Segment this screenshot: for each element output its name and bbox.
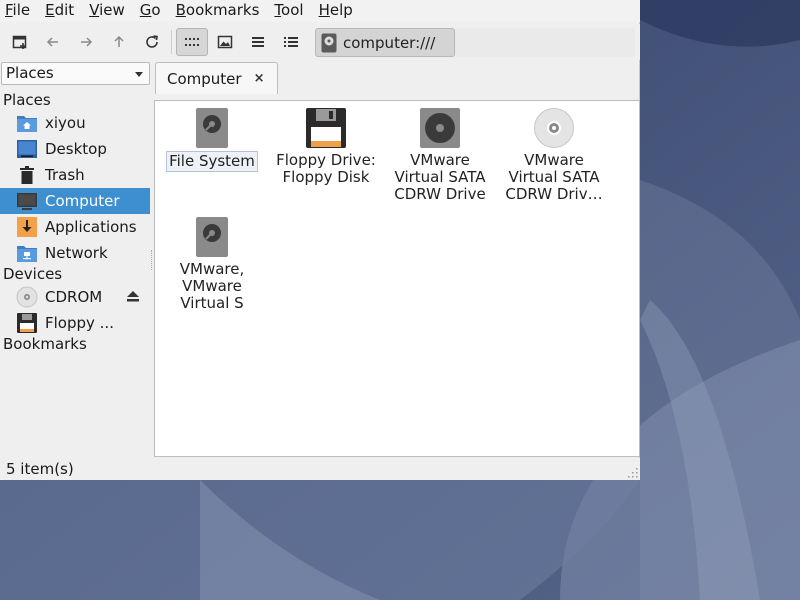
up-button[interactable] — [105, 28, 133, 56]
optical-disc-icon — [534, 108, 574, 148]
sidebar-item-label: Computer — [45, 192, 120, 210]
location-text: computer:/// — [343, 33, 436, 52]
file-item-label-line: VMware — [410, 151, 470, 169]
new-tab-icon — [12, 35, 27, 49]
sidebar-item-applications[interactable]: Applications — [0, 214, 150, 240]
location-bar-extension — [455, 28, 635, 57]
sidebar-item-cdrom[interactable]: CDROM — [0, 284, 150, 310]
tab-computer[interactable]: Computer × — [155, 62, 278, 94]
home-folder-icon — [16, 112, 38, 134]
status-text: 5 item(s) — [6, 460, 74, 478]
resize-grip-icon[interactable] — [628, 468, 638, 478]
compact-view-button[interactable] — [244, 28, 272, 56]
file-item-file-system[interactable]: File System — [157, 101, 267, 172]
network-folder-icon — [16, 242, 38, 264]
file-item-cdrw-disc[interactable]: VMware Virtual SATA CDRW Driv… — [499, 101, 609, 204]
arrow-right-icon — [81, 37, 93, 47]
applications-icon — [16, 216, 38, 238]
side-pane-mode-select[interactable]: Places — [1, 62, 150, 85]
status-bar: 5 item(s) — [0, 458, 640, 480]
sidebar-item-label: CDROM — [45, 288, 103, 306]
location-bar[interactable]: computer:/// — [315, 28, 455, 57]
places-header: Places — [3, 91, 51, 109]
menu-edit[interactable]: Edit — [40, 0, 79, 22]
thumbnail-view-icon — [217, 35, 233, 49]
toolbar: computer:/// — [0, 24, 640, 60]
sidebar-item-label: Network — [45, 244, 108, 262]
optical-disc-icon — [16, 286, 38, 308]
file-view[interactable]: File System Floppy Drive: Floppy Disk VM… — [154, 100, 640, 457]
detailed-list-view-button[interactable] — [277, 28, 305, 56]
toolbar-separator — [171, 30, 172, 54]
menu-help[interactable]: Help — [314, 0, 358, 22]
file-item-label-line: Floppy Disk — [282, 168, 370, 186]
menu-go[interactable]: Go — [135, 0, 166, 22]
file-item-label-line: VMware — [182, 277, 242, 295]
file-item-label: VMware, VMware Virtual S — [178, 260, 247, 313]
file-item-label-line: CDRW Drive — [394, 185, 486, 203]
computer-icon — [16, 190, 38, 212]
icon-view-icon — [185, 38, 199, 46]
file-item-label-line: Virtual S — [180, 294, 244, 312]
thumbnail-view-button[interactable] — [211, 28, 239, 56]
floppy-icon — [306, 108, 346, 148]
bookmarks-header: Bookmarks — [3, 335, 87, 353]
detailed-list-icon — [284, 37, 298, 47]
tab-label: Computer — [167, 69, 242, 88]
sidebar-item-computer[interactable]: Computer — [0, 188, 150, 214]
file-item-cdrw-drive[interactable]: VMware Virtual SATA CDRW Drive — [385, 101, 495, 204]
file-item-label: VMware Virtual SATA CDRW Driv… — [503, 151, 604, 204]
desktop-icon — [16, 138, 38, 160]
sidebar-item-xiyou[interactable]: xiyou — [0, 110, 150, 136]
menubar: File Edit View Go Bookmarks Tool Help — [0, 0, 640, 22]
harddisk-icon — [196, 217, 228, 257]
chevron-down-icon — [135, 72, 143, 77]
reload-icon — [146, 35, 158, 48]
sidebar-item-label: Applications — [45, 218, 137, 236]
file-item-label-line: Virtual SATA — [508, 168, 600, 186]
harddisk-icon — [321, 33, 337, 52]
side-pane-mode-label: Places — [6, 64, 54, 82]
reload-button[interactable] — [138, 28, 166, 56]
forward-button[interactable] — [72, 28, 100, 56]
sidebar-item-desktop[interactable]: Desktop — [0, 136, 150, 162]
eject-icon[interactable] — [127, 291, 139, 302]
file-item-label-line: VMware, — [179, 260, 245, 278]
sidebar-item-label: Trash — [45, 166, 85, 184]
close-icon[interactable]: × — [254, 71, 265, 86]
file-item-label: Floppy Drive: Floppy Disk — [274, 151, 378, 187]
new-tab-button[interactable] — [6, 28, 34, 56]
menu-tool[interactable]: Tool — [269, 0, 308, 22]
arrow-left-icon — [46, 37, 58, 47]
file-item-label: File System — [166, 151, 258, 172]
file-item-vmware-disk[interactable]: VMware, VMware Virtual S — [157, 210, 267, 313]
file-item-label-line: Virtual SATA — [394, 168, 486, 186]
menu-bookmarks[interactable]: Bookmarks — [171, 0, 265, 22]
file-item-label-line: Floppy Drive: — [276, 151, 376, 169]
sidebar-item-label: xiyou — [45, 114, 86, 132]
sidebar-item-label: Desktop — [45, 140, 107, 158]
harddisk-icon — [196, 108, 228, 148]
file-item-label-line: CDRW Driv… — [505, 185, 603, 203]
menu-file[interactable]: File — [0, 0, 35, 22]
compact-view-icon — [252, 37, 264, 47]
file-item-label-line: VMware — [524, 151, 584, 169]
floppy-icon — [16, 312, 38, 334]
menu-view[interactable]: View — [84, 0, 130, 22]
file-manager-window: File Edit View Go Bookmarks Tool Help co… — [0, 0, 640, 480]
arrow-up-icon — [114, 35, 124, 47]
back-button[interactable] — [39, 28, 67, 56]
sidebar-item-label: Floppy ... — [45, 314, 114, 332]
trash-icon — [16, 164, 38, 186]
optical-drive-icon — [420, 108, 460, 148]
sidebar-item-trash[interactable]: Trash — [0, 162, 150, 188]
side-pane: Places xiyou Desktop Trash Computer Appl… — [0, 88, 151, 456]
file-item-label: VMware Virtual SATA CDRW Drive — [392, 151, 487, 204]
icon-view-button[interactable] — [176, 28, 208, 56]
file-item-floppy-drive[interactable]: Floppy Drive: Floppy Disk — [271, 101, 381, 187]
devices-header: Devices — [3, 265, 63, 283]
